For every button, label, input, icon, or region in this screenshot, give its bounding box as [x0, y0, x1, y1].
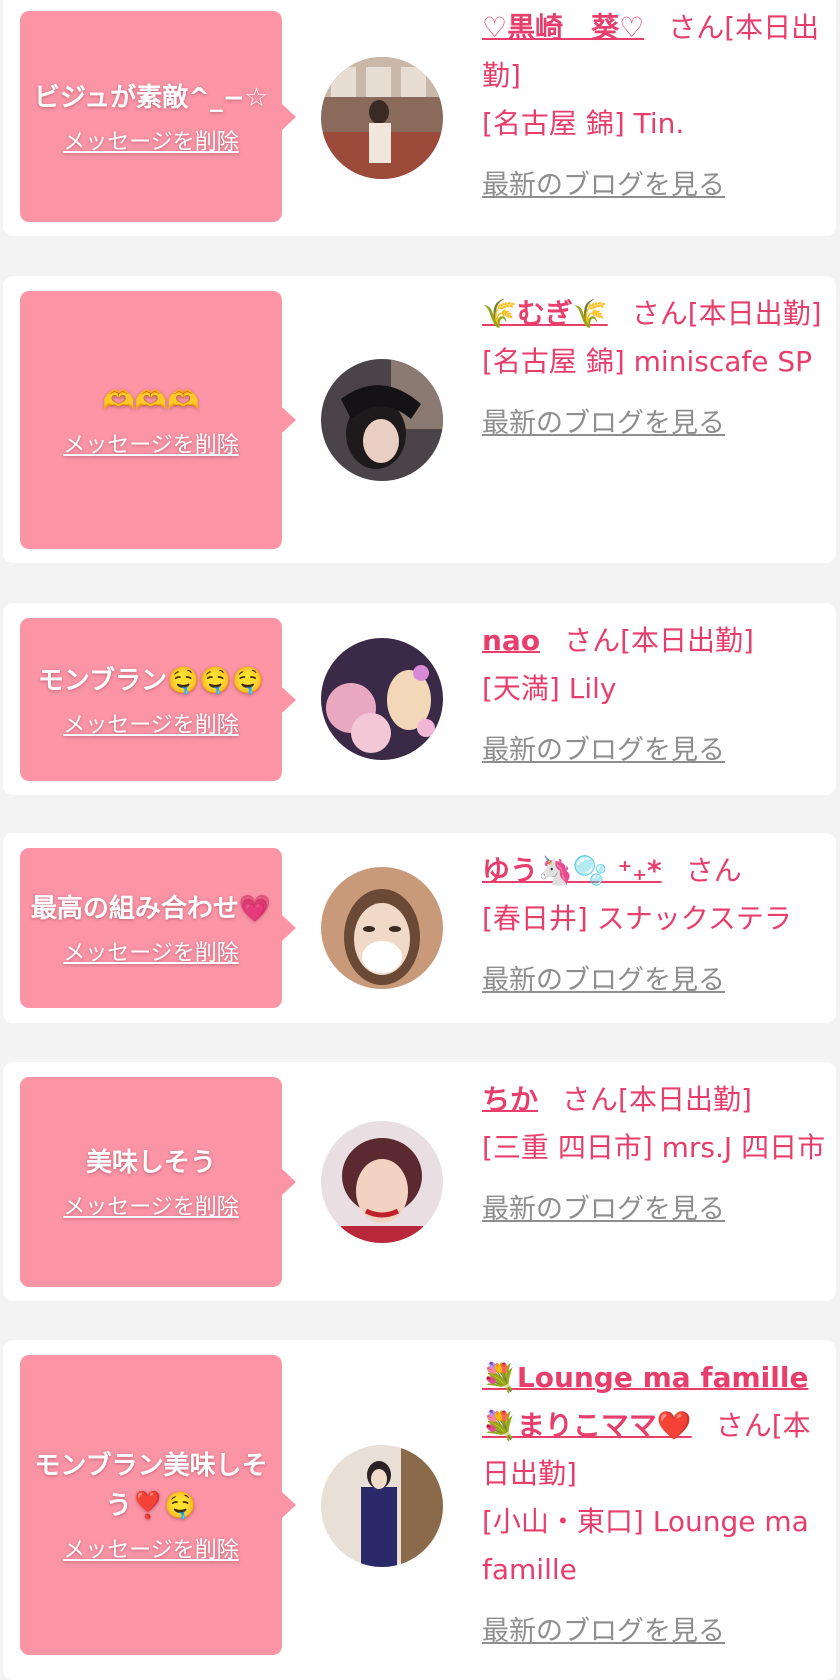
message-bubble: モンブラン🤤🤤🤤 メッセージを削除	[20, 618, 296, 781]
avatar[interactable]	[321, 867, 443, 989]
shop-info: [三重 四日市] mrs.J 四日市	[482, 1131, 826, 1164]
honorific: さん	[668, 11, 725, 44]
cast-info: 🌾むぎ🌾 さん[本日出勤] [名古屋 錦] miniscafe SP 最新のブログ…	[482, 290, 827, 448]
message-text: 🫶🫶🫶	[102, 386, 200, 416]
message-text: ビジュが素敵^_−☆	[33, 82, 269, 113]
attendance-status: [本日出勤]	[618, 1083, 752, 1116]
delete-message-link[interactable]: メッセージを削除	[63, 1532, 239, 1564]
cast-info: nao さん[本日出勤] [天満] Lily 最新のブログを見る	[482, 617, 827, 775]
message-card: 最高の組み合わせ💗 メッセージを削除 ゆう🦄🫧 ⁺₊* さん [春日井] スナック…	[3, 833, 836, 1023]
message-list: ビジュが素敵^_−☆ メッセージを削除 ♡黒崎 葵♡ さん[本日出勤] [名古屋 …	[0, 0, 840, 1680]
message-text: モンブラン🤤🤤🤤	[37, 665, 265, 696]
message-card: モンブラン美味しそう❣️🤤 メッセージを削除 💐Lounge ma famill…	[3, 1340, 836, 1680]
avatar[interactable]	[321, 638, 443, 760]
avatar[interactable]	[321, 1445, 443, 1567]
avatar[interactable]	[321, 57, 443, 179]
delete-message-link[interactable]: メッセージを削除	[63, 707, 239, 739]
cast-info: ♡黒崎 葵♡ さん[本日出勤] [名古屋 錦] Tin. 最新のブログを見る	[482, 4, 827, 210]
message-card: 美味しそう メッセージを削除 ちか さん[本日出勤] [三重 四日市] mrs.J…	[3, 1062, 836, 1301]
cast-info: ちか さん[本日出勤] [三重 四日市] mrs.J 四日市 最新のブログを見る	[482, 1076, 827, 1234]
honorific: さん	[715, 1409, 772, 1442]
message-card: ビジュが素敵^_−☆ メッセージを削除 ♡黒崎 葵♡ さん[本日出勤] [名古屋 …	[3, 0, 836, 236]
honorific: さん	[631, 297, 688, 330]
shop-info: [天満] Lily	[482, 672, 617, 705]
message-bubble: 美味しそう メッセージを削除	[20, 1077, 296, 1287]
avatar[interactable]	[321, 359, 443, 481]
cast-name-link[interactable]: 🌾むぎ🌾	[482, 297, 608, 330]
shop-info: [名古屋 錦] miniscafe SP	[482, 345, 813, 378]
latest-blog-link[interactable]: 最新のブログを見る	[482, 1186, 725, 1234]
delete-message-link[interactable]: メッセージを削除	[63, 124, 239, 156]
latest-blog-link[interactable]: 最新のブログを見る	[482, 957, 725, 1005]
delete-message-link[interactable]: メッセージを削除	[63, 935, 239, 967]
shop-info: [春日井] スナックステラ	[482, 902, 792, 935]
message-card: モンブラン🤤🤤🤤 メッセージを削除 nao さん[本日出勤] [天満] Lily …	[3, 603, 836, 795]
cast-name-link[interactable]: nao	[482, 624, 540, 657]
honorific: さん	[685, 854, 742, 887]
message-text: 美味しそう	[85, 1148, 216, 1178]
cast-name-link[interactable]: ちか	[482, 1083, 538, 1116]
latest-blog-link[interactable]: 最新のブログを見る	[482, 1608, 725, 1656]
delete-message-link[interactable]: メッセージを削除	[63, 1189, 239, 1221]
honorific: さん	[564, 624, 621, 657]
latest-blog-link[interactable]: 最新のブログを見る	[482, 400, 725, 448]
delete-message-link[interactable]: メッセージを削除	[63, 427, 239, 459]
message-text: 最高の組み合わせ💗	[30, 894, 272, 924]
shop-info: [名古屋 錦] Tin.	[482, 107, 685, 140]
cast-name-link[interactable]: ゆう🦄🫧 ⁺₊*	[482, 854, 662, 887]
message-card: 🫶🫶🫶 メッセージを削除 🌾むぎ🌾 さん[本日出勤] [名古屋 錦] minisc…	[3, 276, 836, 563]
attendance-status: [本日出勤]	[620, 624, 754, 657]
latest-blog-link[interactable]: 最新のブログを見る	[482, 727, 725, 775]
avatar[interactable]	[321, 1121, 443, 1243]
message-bubble: 最高の組み合わせ💗 メッセージを削除	[20, 848, 296, 1008]
message-bubble: モンブラン美味しそう❣️🤤 メッセージを削除	[20, 1355, 296, 1655]
cast-info: 💐Lounge ma famille💐まりこママ❤️ さん[本日出勤] [小山・東…	[482, 1354, 827, 1656]
attendance-status: [本日出勤]	[687, 297, 822, 330]
honorific: さん	[562, 1083, 619, 1116]
message-text: モンブラン美味しそう❣️🤤	[34, 1451, 268, 1521]
message-bubble: 🫶🫶🫶 メッセージを削除	[20, 291, 296, 549]
latest-blog-link[interactable]: 最新のブログを見る	[482, 162, 725, 210]
cast-name-link[interactable]: ♡黒崎 葵♡	[482, 11, 644, 44]
shop-info: [小山・東口] Lounge ma famille	[482, 1505, 809, 1586]
cast-info: ゆう🦄🫧 ⁺₊* さん [春日井] スナックステラ 最新のブログを見る	[482, 847, 827, 1005]
message-bubble: ビジュが素敵^_−☆ メッセージを削除	[20, 11, 296, 222]
